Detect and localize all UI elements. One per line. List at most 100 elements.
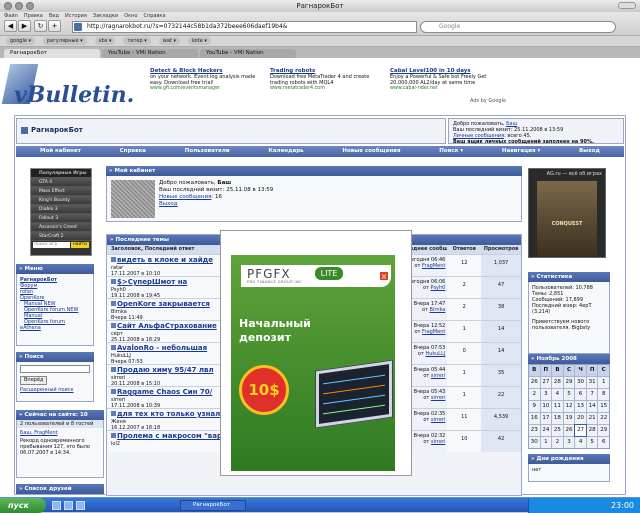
logout-link[interactable]: Выход — [159, 201, 273, 208]
calendar-day[interactable]: 3 — [540, 389, 552, 400]
replies-cell[interactable]: 12 — [447, 255, 482, 276]
calendar-day[interactable]: 2 — [552, 437, 563, 448]
cabinet-header[interactable]: » Мой кабинет — [106, 166, 522, 176]
calendar-day[interactable]: 29 — [563, 377, 575, 388]
ad-block[interactable]: Cabal Level100 in 10 days Enjoy a Powerf… — [390, 68, 502, 92]
close-window-button[interactable] — [4, 2, 12, 10]
replies-cell[interactable]: 0 — [447, 343, 482, 364]
ad-block[interactable]: Detect & Block Hackers on your network. … — [150, 68, 262, 92]
last-post-by[interactable]: Psyh0 — [431, 285, 446, 291]
thread-title[interactable]: Raggame Chaos Син 70/ — [117, 388, 212, 396]
tab-youtube-2[interactable]: YouTube - VMi Nation — [200, 49, 296, 58]
menu-item-history[interactable]: История — [65, 13, 87, 19]
calendar-day[interactable]: 4 — [552, 389, 563, 400]
forum-title[interactable]: РагнарокБот — [31, 126, 83, 134]
menu-link[interactable]: eAthena — [20, 325, 90, 331]
tab-youtube[interactable]: YouTube - VMi Nation — [102, 49, 198, 58]
pfgfx-banner[interactable]: PFGFX LITE PRO FINANCE GROUP INC × Начал… — [231, 255, 395, 471]
new-messages-link[interactable]: Новые сообщения — [159, 194, 211, 200]
replies-cell[interactable]: 1 — [447, 387, 482, 408]
forward-button[interactable]: ▶ — [18, 20, 31, 32]
calendar-day[interactable]: 14 — [586, 401, 598, 412]
calendar-day[interactable]: 27 — [540, 377, 552, 388]
search-header[interactable]: » Поиск — [16, 352, 94, 362]
last-post-by[interactable]: sirreri — [431, 439, 445, 445]
nav-calendar[interactable]: Календарь — [268, 146, 303, 157]
thread-title[interactable]: для тех кто только узнал — [117, 410, 220, 418]
nav-navigation[interactable]: Навигация ▾ — [502, 146, 540, 157]
game-item[interactable]: Mass Effect — [31, 187, 91, 196]
game-item[interactable]: King's Bounty — [31, 196, 91, 205]
reload-button[interactable]: ↻ — [34, 20, 47, 32]
bookmark-folder[interactable]: kote ▾ — [187, 37, 211, 45]
menu-item-bookmarks[interactable]: Закладки — [93, 13, 118, 19]
back-button[interactable]: ◀ — [4, 20, 17, 32]
friends-header[interactable]: » Список друзей — [16, 484, 104, 494]
vbulletin-logo[interactable]: vBulletin. — [1, 62, 134, 108]
last-post-by[interactable]: sirreri — [431, 417, 445, 423]
online-users[interactable]: Баш, FragMent — [20, 430, 100, 436]
replies-cell[interactable]: 1 — [447, 321, 482, 342]
calendar-day[interactable]: 1 — [540, 437, 552, 448]
calendar-day[interactable]: 11 — [552, 401, 563, 412]
calendar-day[interactable]: 18 — [552, 413, 563, 424]
bookmark-folder[interactable]: wat ▾ — [158, 37, 180, 45]
nav-help[interactable]: Справка — [120, 146, 146, 157]
add-bookmark-button[interactable]: + — [48, 20, 61, 32]
start-button[interactable]: пуск — [0, 498, 46, 513]
game-item[interactable]: StarCraft 2 — [31, 232, 91, 241]
last-post-by[interactable]: HukuLLJ — [425, 351, 445, 357]
menu-item-file[interactable]: Файл — [4, 13, 18, 19]
game-item[interactable]: Fallout 3 — [31, 214, 91, 223]
taskbar-item[interactable]: РагнарокБот — [180, 500, 246, 511]
calendar-day[interactable]: 25 — [552, 425, 563, 436]
calendar-day[interactable]: 4 — [575, 437, 586, 448]
calendar-day[interactable]: 3 — [563, 437, 575, 448]
nav-logout[interactable]: Выход — [579, 146, 600, 157]
nav-users[interactable]: Пользователи — [185, 146, 230, 157]
calendar-day[interactable]: 20 — [575, 413, 586, 424]
calendar-day[interactable]: 30 — [575, 377, 586, 388]
calendar-day[interactable]: 31 — [586, 377, 598, 388]
bookmark-folder[interactable]: google ▾ — [6, 37, 36, 45]
col-replies[interactable]: Ответов — [447, 245, 481, 254]
col-views[interactable]: Просмотров — [481, 245, 521, 254]
calendar-day[interactable]: 13 — [575, 401, 586, 412]
menu-item-edit[interactable]: Правка — [24, 13, 43, 19]
calendar-day[interactable]: 26 — [563, 425, 575, 436]
calendar-day[interactable]: 30 — [529, 437, 540, 448]
search-field[interactable]: Google — [420, 21, 616, 33]
game-item[interactable]: Diablo 3 — [31, 205, 91, 214]
tab-ragnarokbot[interactable]: РагнарокБот — [4, 49, 100, 58]
toolbar-toggle-button[interactable] — [618, 2, 636, 9]
calendar-day[interactable]: 7 — [586, 389, 598, 400]
calendar-day[interactable]: 5 — [563, 389, 575, 400]
quick-launch-icon[interactable] — [76, 501, 85, 510]
last-post-by[interactable]: sirreri — [431, 373, 445, 379]
thread-title[interactable]: Сайт АльфаСтрахование — [117, 322, 217, 330]
stats-header[interactable]: » Статистика — [528, 272, 610, 282]
calendar-day[interactable]: 12 — [563, 401, 575, 412]
online-header[interactable]: » Сейчас на сайте: 10 — [16, 410, 104, 420]
calendar-day[interactable]: 6 — [575, 389, 586, 400]
advanced-search-link[interactable]: Расширенный поиск — [20, 387, 90, 393]
menu-item-window[interactable]: Окно — [124, 13, 137, 19]
last-post-by[interactable]: Birnka — [430, 307, 446, 313]
calendar-day[interactable]: 23 — [529, 425, 540, 436]
replies-cell[interactable]: 10 — [447, 431, 482, 452]
calendar-day[interactable]: 24 — [540, 425, 552, 436]
calendar-day[interactable]: 10 — [540, 401, 552, 412]
calendar-day[interactable]: 1 — [598, 377, 609, 388]
thread-title[interactable]: $>СуперШмот на — [117, 278, 187, 286]
search-input[interactable] — [20, 365, 90, 373]
calendar-day[interactable]: 5 — [586, 437, 598, 448]
nav-my-cabinet[interactable]: Мой кабинет — [40, 146, 81, 157]
last-post-by[interactable]: FragMent — [422, 329, 445, 335]
calendar-day[interactable]: 29 — [598, 425, 609, 436]
ad-url[interactable]: www.metatrader4.com — [270, 86, 382, 92]
calendar-day[interactable]: 27 — [574, 424, 587, 437]
menu-item-view[interactable]: Вид — [49, 13, 59, 19]
nav-new-posts[interactable]: Новые сообщения — [342, 146, 400, 157]
thread-title[interactable]: видеть в клоке и хайде — [117, 256, 213, 264]
thread-title[interactable]: Пролема с макросом "варп — [117, 432, 227, 440]
